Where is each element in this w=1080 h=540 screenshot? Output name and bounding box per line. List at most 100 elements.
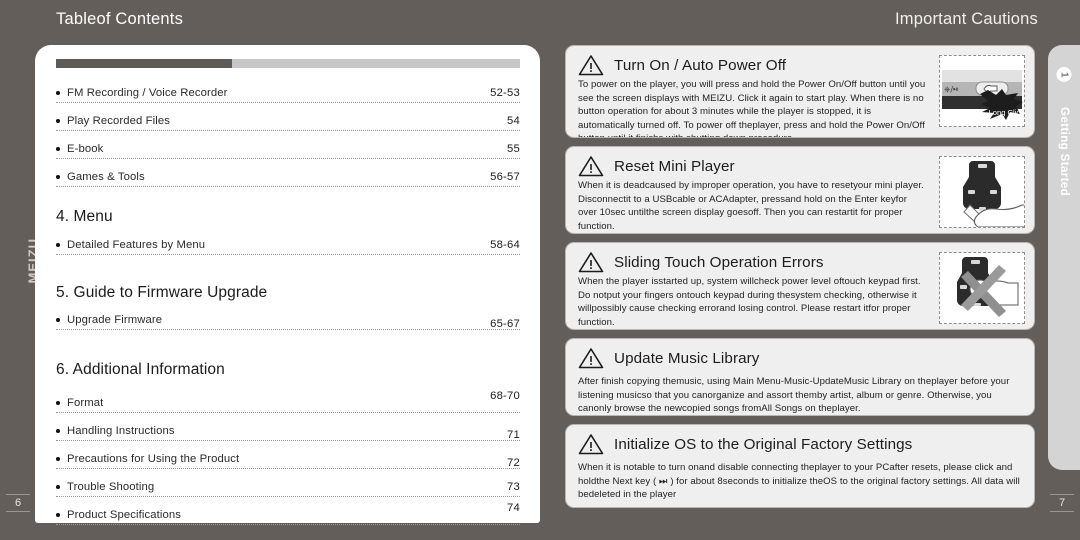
caution-card: Sliding Touch Operation Errors When the … xyxy=(565,242,1035,330)
toc-item-label: Precautions for Using the Product xyxy=(67,453,240,465)
toc-item[interactable]: Handling Instructions 71 xyxy=(56,418,520,446)
player-no-touch-illustration xyxy=(957,257,1019,317)
toc-item[interactable]: Precautions for Using the Product 72 xyxy=(56,446,520,474)
toc-item[interactable]: Detailed Features by Menu 58-64 xyxy=(56,232,520,260)
toc-divider xyxy=(56,186,520,187)
table-of-contents: FM Recording / Voice Recorder 52-53 Play… xyxy=(56,80,520,530)
toc-divider xyxy=(56,254,520,255)
toc-item-label-wrap: Product Specifications xyxy=(56,509,181,521)
page-title-left: Tableof Contents xyxy=(56,10,184,28)
page-number-left: 6 xyxy=(6,494,30,512)
toc-item-label: Detailed Features by Menu xyxy=(67,239,206,251)
toc-item-label: E-book xyxy=(67,143,104,155)
device-hand-reset-figure xyxy=(939,156,1025,228)
bullet-icon xyxy=(56,484,60,489)
toc-item-label: Games & Tools xyxy=(67,171,145,183)
bullet-icon xyxy=(56,118,60,123)
bullet-icon xyxy=(56,174,60,179)
toc-section-heading-additional: 6. Additional Information xyxy=(56,361,225,378)
bullet-icon xyxy=(56,146,60,151)
bullet-icon xyxy=(56,242,60,247)
section-tab-getting-started[interactable]: 1 Getting Started xyxy=(1048,45,1080,470)
right-page: Turn On / Auto Power Off To power on the… xyxy=(565,45,1035,523)
toc-divider xyxy=(56,412,520,413)
warning-triangle-icon xyxy=(578,434,604,455)
section-progress-bar xyxy=(56,59,520,68)
toc-item-page: 68-70 xyxy=(490,390,520,402)
toc-divider xyxy=(56,496,520,497)
toc-item-label-wrap: Upgrade Firmware xyxy=(56,314,162,326)
svg-text:⎈/⏯: ⎈/⏯ xyxy=(944,85,958,94)
bullet-icon xyxy=(56,428,60,433)
section-tab-label: Getting Started xyxy=(1058,107,1070,197)
left-page: FM Recording / Voice Recorder 52-53 Play… xyxy=(35,45,540,525)
toc-item-label-wrap: Precautions for Using the Product xyxy=(56,453,239,465)
toc-divider xyxy=(56,130,520,131)
bullet-icon xyxy=(56,90,60,95)
device-touch-forbidden-figure xyxy=(939,252,1025,324)
page-title-right: Important Cautions xyxy=(894,10,1038,28)
toc-divider xyxy=(56,440,520,441)
caution-title: Sliding Touch Operation Errors xyxy=(614,253,824,271)
warning-triangle-icon xyxy=(578,348,604,369)
player-hand-illustration xyxy=(963,161,1024,227)
toc-section-heading-menu: 4. Menu xyxy=(56,208,113,225)
progress-remaining xyxy=(232,59,520,68)
toc-item-page: 72 xyxy=(507,457,520,469)
section-tab-number-label: 1 xyxy=(1058,71,1070,78)
toc-item-page: 55 xyxy=(507,143,520,155)
toc-item-page: 71 xyxy=(507,429,520,441)
toc-item-label: Upgrade Firmware xyxy=(67,314,163,326)
toc-item[interactable]: Play Recorded Files 54 xyxy=(56,108,520,136)
caution-figure-label: Long Click xyxy=(988,108,1024,117)
caution-card: Update Music Library After finish copyin… xyxy=(565,338,1035,416)
left-rail: MEIZU 6 xyxy=(0,0,40,540)
device-power-button-figure: ⎈/⏯ Long Click xyxy=(939,55,1025,127)
toc-item-label-wrap: FM Recording / Voice Recorder xyxy=(56,87,228,99)
page-number-right: 7 xyxy=(1050,494,1074,512)
toc-item-label-wrap: E-book xyxy=(56,143,103,155)
caution-body: After finish copying themusic, using Mai… xyxy=(578,376,1010,415)
toc-item-label-wrap: Play Recorded Files xyxy=(56,115,170,127)
toc-item-page: 56-57 xyxy=(490,171,520,183)
toc-item[interactable]: E-book 55 xyxy=(56,136,520,164)
bullet-icon xyxy=(56,456,60,461)
warning-triangle-icon xyxy=(578,156,604,177)
toc-item-label: FM Recording / Voice Recorder xyxy=(67,87,228,99)
toc-item-label-wrap: Trouble Shooting xyxy=(56,481,154,493)
toc-item[interactable]: Upgrade Firmware 65-67 xyxy=(56,307,520,335)
toc-item-label: Format xyxy=(67,397,104,409)
caution-card: Reset Mini Player When it is deadcaused … xyxy=(565,146,1035,234)
manual-spread: Tableof Contents Important Cautions MEIZ… xyxy=(0,0,1080,540)
toc-divider xyxy=(56,468,520,469)
toc-item[interactable]: Games & Tools 56-57 xyxy=(56,164,520,192)
toc-item[interactable]: Trouble Shooting 73 xyxy=(56,474,520,502)
bullet-icon xyxy=(56,512,60,517)
toc-section-heading-firmware: 5. Guide to Firmware Upgrade xyxy=(56,284,268,301)
toc-item[interactable]: Format 68-70 xyxy=(56,390,520,418)
bullet-icon xyxy=(56,400,60,405)
warning-triangle-icon xyxy=(578,55,604,76)
toc-divider xyxy=(56,158,520,159)
toc-item-page: 73 xyxy=(507,481,520,493)
toc-item-label: Play Recorded Files xyxy=(67,115,170,127)
toc-item[interactable]: Product Specifications 74 xyxy=(56,502,520,530)
toc-item-page: 65-67 xyxy=(490,318,520,330)
toc-item-page: 58-64 xyxy=(490,239,520,251)
caution-title: Initialize OS to the Original Factory Se… xyxy=(614,435,913,453)
toc-item-label: Product Specifications xyxy=(67,509,181,521)
toc-item-label: Handling Instructions xyxy=(67,425,175,437)
caution-card: Initialize OS to the Original Factory Se… xyxy=(565,424,1035,508)
caution-title: Turn On / Auto Power Off xyxy=(614,56,787,74)
toc-item-page: 54 xyxy=(507,115,520,127)
toc-item-label-wrap: Detailed Features by Menu xyxy=(56,239,205,251)
section-tab-number: 1 xyxy=(1056,67,1072,82)
warning-triangle-icon xyxy=(578,252,604,273)
toc-item-label: Trouble Shooting xyxy=(67,481,155,493)
toc-item-page: 52-53 xyxy=(490,87,520,99)
toc-item[interactable]: FM Recording / Voice Recorder 52-53 xyxy=(56,80,520,108)
caution-card: Turn On / Auto Power Off To power on the… xyxy=(565,45,1035,138)
toc-item-label-wrap: Format xyxy=(56,397,103,409)
toc-item-label-wrap: Handling Instructions xyxy=(56,425,175,437)
toc-divider xyxy=(56,524,520,525)
